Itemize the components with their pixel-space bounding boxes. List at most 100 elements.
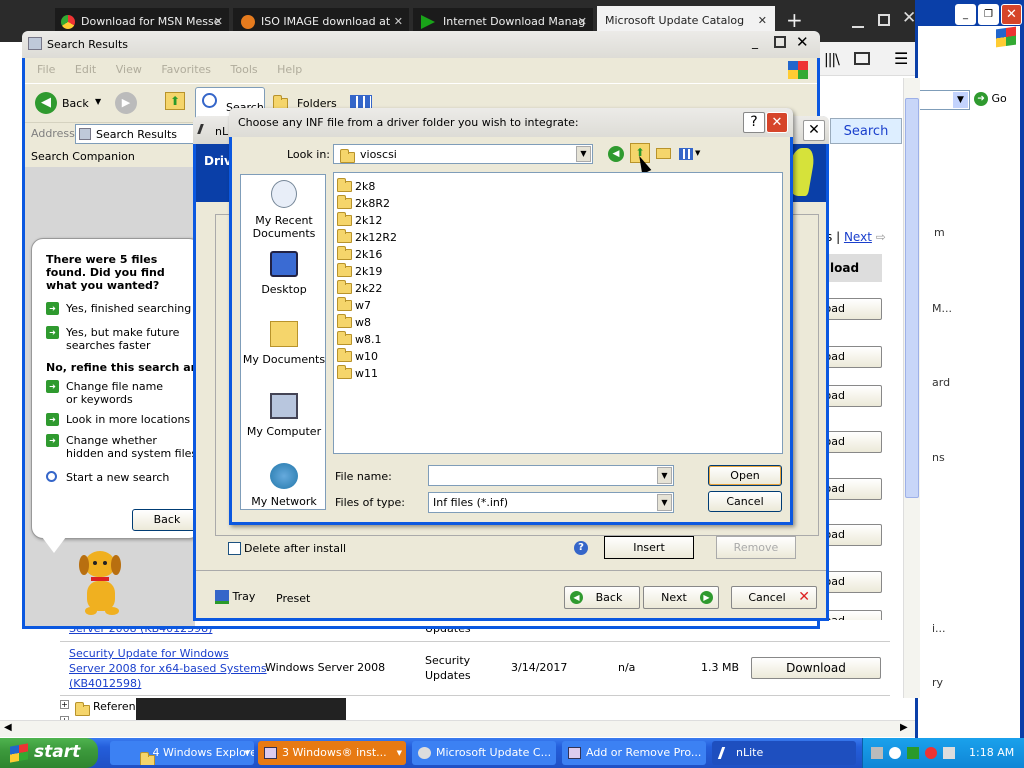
address-field[interactable]: Search Results <box>75 124 205 144</box>
library-icon[interactable]: |||\ <box>824 52 840 68</box>
files-of-type-select[interactable]: Inf files (*.inf) ▼ <box>428 492 674 513</box>
companion-back-button[interactable]: Back <box>132 509 202 531</box>
menu-edit[interactable]: Edit <box>75 63 96 76</box>
next-button[interactable]: Next ▶ <box>643 586 719 609</box>
tray-icon[interactable] <box>889 747 901 759</box>
folder-item[interactable]: w8.1 <box>337 330 382 348</box>
menu-favorites[interactable]: Favorites <box>161 63 211 76</box>
chevron-down-icon[interactable]: ▼ <box>695 149 700 157</box>
up-folder-icon[interactable]: ⬆ <box>165 92 185 110</box>
forward-arrow-icon[interactable]: ▶ <box>115 92 137 114</box>
views-icon[interactable] <box>350 95 372 109</box>
folder-item[interactable]: 2k22 <box>337 279 382 297</box>
next-link[interactable]: Next <box>844 230 872 244</box>
start-button[interactable]: start <box>0 738 98 768</box>
new-tab-button[interactable]: + <box>786 8 803 32</box>
new-folder-icon[interactable] <box>656 148 671 159</box>
place-desktop[interactable]: Desktop <box>241 251 327 296</box>
menu-icon[interactable]: ☰ <box>894 49 908 68</box>
taskbar-item[interactable]: Add or Remove Pro... <box>562 741 706 765</box>
menu-help[interactable]: Help <box>277 63 302 76</box>
maximize-button[interactable] <box>774 36 786 48</box>
file-name-input[interactable]: ▼ <box>428 465 674 486</box>
close-button[interactable]: ✕ <box>803 120 825 141</box>
checkbox[interactable] <box>228 542 241 555</box>
ie-scrollbar[interactable] <box>903 78 920 698</box>
minimize-button[interactable]: _ <box>955 4 976 25</box>
remove-button[interactable]: Remove <box>716 536 796 559</box>
go-button[interactable]: ➜ Go <box>974 92 1007 106</box>
expand-icon[interactable]: + <box>60 700 69 709</box>
folders-icon[interactable] <box>273 94 288 109</box>
close-button[interactable]: ✕ <box>766 112 788 133</box>
back-label[interactable]: Back <box>62 97 89 110</box>
place-my-computer[interactable]: My Computer <box>241 393 327 438</box>
explorer-titlebar: Search Results _ ✕ <box>22 31 820 58</box>
folder-label: w11 <box>355 367 378 380</box>
places-bar: My Recent Documents Desktop My Documents… <box>240 174 326 510</box>
files-of-type-label: Files of type: <box>335 496 406 509</box>
minimize-icon[interactable] <box>852 26 864 28</box>
folder-item[interactable]: 2k16 <box>337 245 382 263</box>
scroll-left-icon[interactable]: ◀ <box>4 722 12 733</box>
cancel-button[interactable]: Cancel ✕ <box>731 586 817 609</box>
taskbar-item[interactable]: nLite <box>712 741 856 765</box>
right-label: m <box>934 226 945 239</box>
help-button[interactable]: ? <box>743 112 765 133</box>
close-button[interactable]: ✕ <box>1001 4 1022 25</box>
address-dropdown[interactable]: ▼ <box>918 90 970 110</box>
file-list[interactable]: 2k8 2k8R2 2k12 2k12R2 2k16 2k19 2k22 w7 w8 w8.1 w1… <box>333 172 783 454</box>
minimize-button[interactable]: _ <box>752 35 758 49</box>
scroll-thumb[interactable] <box>905 98 919 498</box>
menu-tools[interactable]: Tools <box>231 63 258 76</box>
tray-icon[interactable] <box>925 747 937 759</box>
folder-item[interactable]: 2k19 <box>337 262 382 280</box>
chevron-down-icon[interactable]: ▼ <box>95 97 101 106</box>
folder-item[interactable]: w11 <box>337 364 378 382</box>
catalog-search-button[interactable]: Search <box>830 118 902 144</box>
menu-view[interactable]: View <box>116 63 142 76</box>
place-my-network[interactable]: My Network <box>241 463 327 508</box>
preset-button[interactable]: Preset <box>276 592 310 605</box>
back-arrow-icon: ◀ <box>570 591 583 604</box>
taskbar-item[interactable]: 4 Windows Explorer ▼ <box>110 741 254 765</box>
download-button[interactable]: Download <box>751 657 881 679</box>
insert-button[interactable]: Insert <box>604 536 694 559</box>
help-icon[interactable]: ? <box>574 541 588 555</box>
tree-item[interactable]: Referen <box>93 700 136 713</box>
option-hidden-files[interactable]: ➜ Change whether hidden and system files… <box>46 434 196 462</box>
taskbar-item[interactable]: Microsoft Update C... <box>412 741 556 765</box>
tray-button[interactable]: Tray <box>215 590 255 604</box>
close-button[interactable]: ✕ <box>796 33 809 51</box>
tray-icon[interactable] <box>943 747 955 759</box>
place-my-documents[interactable]: My Documents <box>241 321 327 366</box>
sidebar-icon[interactable] <box>854 52 870 65</box>
folder-item[interactable]: 2k8R2 <box>337 194 390 212</box>
place-recent-documents[interactable]: My Recent Documents <box>241 180 327 240</box>
back-arrow-icon[interactable]: ◀ <box>35 92 57 114</box>
restore-button[interactable]: ❐ <box>978 4 999 25</box>
open-button[interactable]: Open <box>708 465 782 486</box>
look-in-dropdown[interactable]: vioscsi ▼ <box>333 144 593 164</box>
folder-item[interactable]: 2k8 <box>337 177 376 195</box>
menu-file[interactable]: File <box>37 63 55 76</box>
folder-label: 2k8 <box>355 180 376 193</box>
size-cell: 1.3 MB <box>701 661 740 674</box>
taskbar-item-active[interactable]: 3 Windows® inst... ▼ <box>258 741 406 765</box>
h-scrollbar[interactable]: ◀ ▶ <box>0 720 915 737</box>
views-menu-icon[interactable] <box>679 148 693 160</box>
folder-item[interactable]: w10 <box>337 347 378 365</box>
back-button[interactable]: ◀ Back <box>564 586 640 609</box>
tray-icon[interactable] <box>907 747 919 759</box>
tray-icon[interactable] <box>871 747 883 759</box>
folder-item[interactable]: 2k12 <box>337 211 382 229</box>
folder-item[interactable]: 2k12R2 <box>337 228 397 246</box>
chevron-down-icon[interactable]: ▼ <box>657 467 672 484</box>
back-nav-icon[interactable]: ◀ <box>608 146 624 162</box>
scroll-right-icon[interactable]: ▶ <box>900 722 908 733</box>
folder-item[interactable]: w7 <box>337 296 371 314</box>
update-title-link[interactable]: Security Update for Windows Server 2008 … <box>69 646 267 691</box>
maximize-icon[interactable] <box>878 14 890 26</box>
dialog-cancel-button[interactable]: Cancel <box>708 491 782 512</box>
folder-item[interactable]: w8 <box>337 313 371 331</box>
